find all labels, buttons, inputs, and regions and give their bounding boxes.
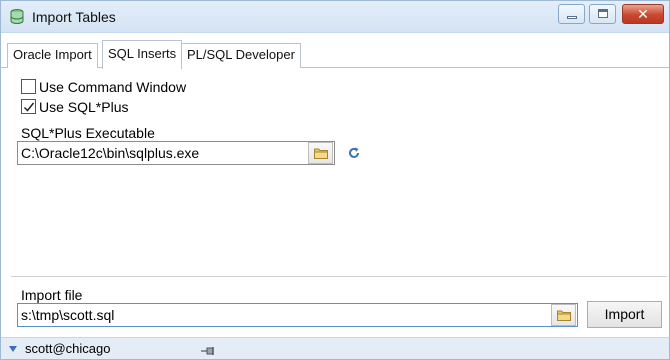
import-file-label: Import file bbox=[21, 287, 83, 303]
import-button[interactable]: Import bbox=[587, 301, 662, 328]
import-tables-window: Import Tables ✕ Oracle Import SQL Insert… bbox=[0, 0, 670, 360]
tab-sql-inserts[interactable]: SQL Inserts bbox=[102, 40, 183, 69]
minimize-button[interactable] bbox=[558, 4, 585, 24]
folder-icon bbox=[557, 310, 571, 321]
tab-strip: Oracle Import SQL Inserts PL/SQL Develop… bbox=[1, 34, 669, 69]
sqlplus-executable-label: SQL*Plus Executable bbox=[21, 125, 155, 141]
minimize-icon bbox=[567, 16, 577, 19]
connection-dropdown-icon[interactable] bbox=[9, 346, 17, 352]
folder-icon bbox=[314, 148, 328, 159]
divider bbox=[11, 276, 667, 277]
title-bar[interactable]: Import Tables ✕ bbox=[1, 1, 669, 33]
maximize-icon bbox=[598, 9, 608, 18]
sqlplus-executable-field[interactable]: C:\Oracle12c\bin\sqlplus.exe bbox=[17, 141, 335, 165]
refresh-icon[interactable] bbox=[347, 146, 361, 160]
tab-plsql-developer[interactable]: PL/SQL Developer bbox=[181, 43, 301, 68]
import-file-field[interactable]: s:\tmp\scott.sql bbox=[17, 303, 578, 327]
close-icon: ✕ bbox=[637, 6, 649, 22]
pin-icon[interactable] bbox=[201, 344, 217, 359]
connection-label[interactable]: scott@chicago bbox=[25, 341, 110, 356]
import-file-browse-button[interactable] bbox=[551, 304, 576, 326]
close-button[interactable]: ✕ bbox=[622, 4, 664, 24]
window-title: Import Tables bbox=[32, 9, 116, 25]
maximize-button[interactable] bbox=[589, 4, 616, 24]
use-command-window-label: Use Command Window bbox=[39, 79, 187, 95]
use-sqlplus-label: Use SQL*Plus bbox=[39, 99, 129, 115]
use-sqlplus-checkbox[interactable] bbox=[21, 99, 36, 114]
status-bar: scott@chicago bbox=[1, 337, 669, 359]
checkmark-icon bbox=[23, 102, 35, 112]
sqlplus-browse-button[interactable] bbox=[308, 142, 333, 164]
database-icon bbox=[9, 8, 25, 26]
tab-oracle-import[interactable]: Oracle Import bbox=[7, 43, 98, 68]
use-command-window-checkbox[interactable] bbox=[21, 79, 36, 94]
